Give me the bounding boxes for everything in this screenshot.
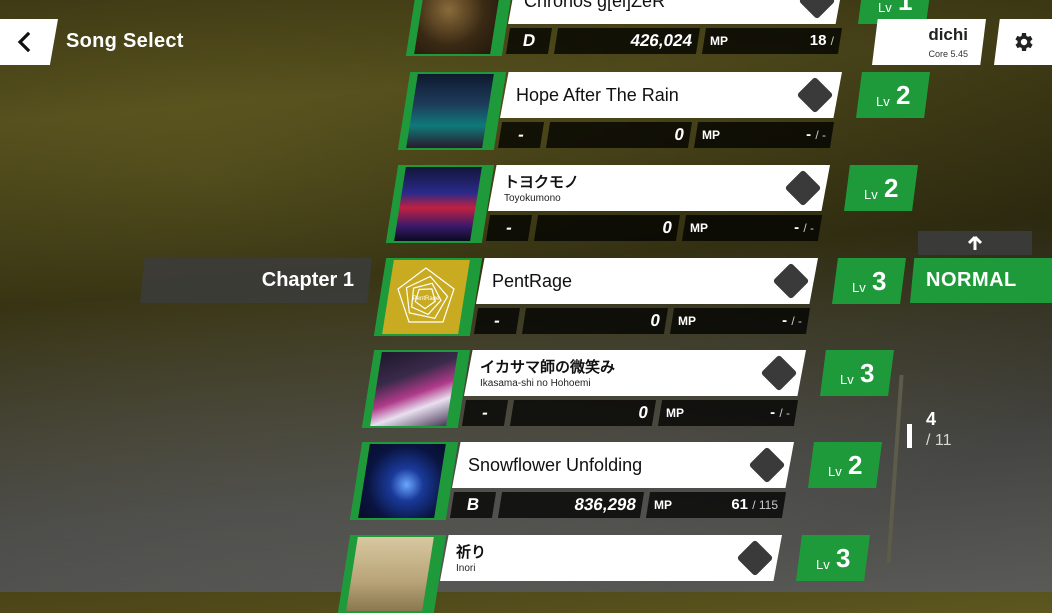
mp-value: 18 [809, 32, 827, 49]
song-title: 祈り [456, 544, 487, 561]
mp-total: / [830, 34, 834, 48]
diamond-icon [784, 169, 822, 207]
mp-total: / - [779, 406, 790, 420]
scrollbar-thumb[interactable] [907, 424, 912, 448]
diamond-icon [772, 262, 810, 300]
song-title: トヨクモノ [504, 174, 580, 191]
mp-total: / - [815, 128, 826, 142]
score: 0 [521, 308, 669, 334]
user-core-version: Core 5.45 [928, 49, 968, 59]
user-name: dichi [928, 25, 968, 44]
song-title: Hope After The Rain [516, 85, 679, 105]
mp-label: MP [678, 314, 696, 328]
diamond-icon [796, 76, 834, 114]
diamond-icon [736, 539, 774, 577]
level-badge: Lv 2 [808, 442, 882, 488]
grade: - [473, 308, 521, 334]
mp-label: MP [654, 498, 672, 512]
grade: D [505, 28, 553, 54]
gear-icon [1015, 33, 1033, 51]
mp-value: 61 [731, 496, 749, 513]
song-subtitle: Inori [456, 563, 476, 574]
song-jacket: PentRage [382, 260, 470, 334]
mp-label: MP [690, 221, 708, 235]
song-title: PentRage [492, 271, 573, 291]
mp-total: / - [791, 314, 802, 328]
grade: - [497, 122, 545, 148]
mp-total: / 115 [752, 498, 778, 512]
level-badge: Lv 2 [856, 72, 930, 118]
mp-label: MP [666, 406, 684, 420]
user-profile-card[interactable]: dichi Core 5.45 [872, 19, 986, 65]
song-jacket [346, 537, 434, 611]
song-jacket [394, 167, 482, 241]
level-badge: Lv 3 [832, 258, 906, 304]
scroll-total: / 11 [926, 432, 952, 449]
diamond-icon [760, 354, 798, 392]
mp-label: MP [710, 34, 728, 48]
song-jacket [406, 74, 494, 148]
grade: - [485, 215, 533, 241]
mp-value: - [770, 404, 776, 421]
diamond-icon [798, 0, 836, 20]
diamond-icon [748, 446, 786, 484]
mp-label: MP [702, 128, 720, 142]
scroll-position: 4 [926, 409, 937, 429]
mp-total: / - [803, 221, 814, 235]
song-jacket [414, 0, 502, 54]
score: 0 [545, 122, 693, 148]
level-badge: Lv 3 [820, 350, 894, 396]
song-subtitle: Toyokumono [504, 193, 561, 204]
chevron-left-icon [17, 31, 31, 53]
back-button[interactable] [0, 19, 58, 65]
mp-value: - [806, 126, 812, 143]
settings-button[interactable] [994, 19, 1052, 65]
mp-value: - [782, 312, 788, 329]
song-title: イカサマ師の微笑み [480, 359, 616, 376]
score: 836,298 [497, 492, 645, 518]
score: 0 [509, 400, 657, 426]
song-title: Chronos g[el]ZeR [524, 0, 666, 11]
song-jacket [370, 352, 458, 426]
mp-value: - [794, 219, 800, 236]
grade: - [461, 400, 509, 426]
grade: B [449, 492, 497, 518]
chapter-label: Chapter 1 [140, 258, 372, 303]
arrow-up-icon [967, 235, 983, 250]
song-title: Snowflower Unfolding [468, 455, 643, 475]
difficulty-up-button[interactable] [918, 231, 1032, 255]
scrollbar-track[interactable] [886, 375, 904, 563]
song-jacket [358, 444, 446, 518]
song-subtitle: Ikasama-shi no Hohoemi [480, 378, 591, 389]
pentagon-art-icon: PentRage [397, 267, 455, 323]
score: 0 [533, 215, 681, 241]
level-badge: Lv 3 [796, 535, 870, 581]
page-title: Song Select [66, 30, 184, 52]
level-badge: Lv 2 [844, 165, 918, 211]
difficulty-selector[interactable]: NORMAL [910, 258, 1052, 303]
score: 426,024 [553, 28, 701, 54]
svg-text:PentRage: PentRage [413, 296, 440, 302]
